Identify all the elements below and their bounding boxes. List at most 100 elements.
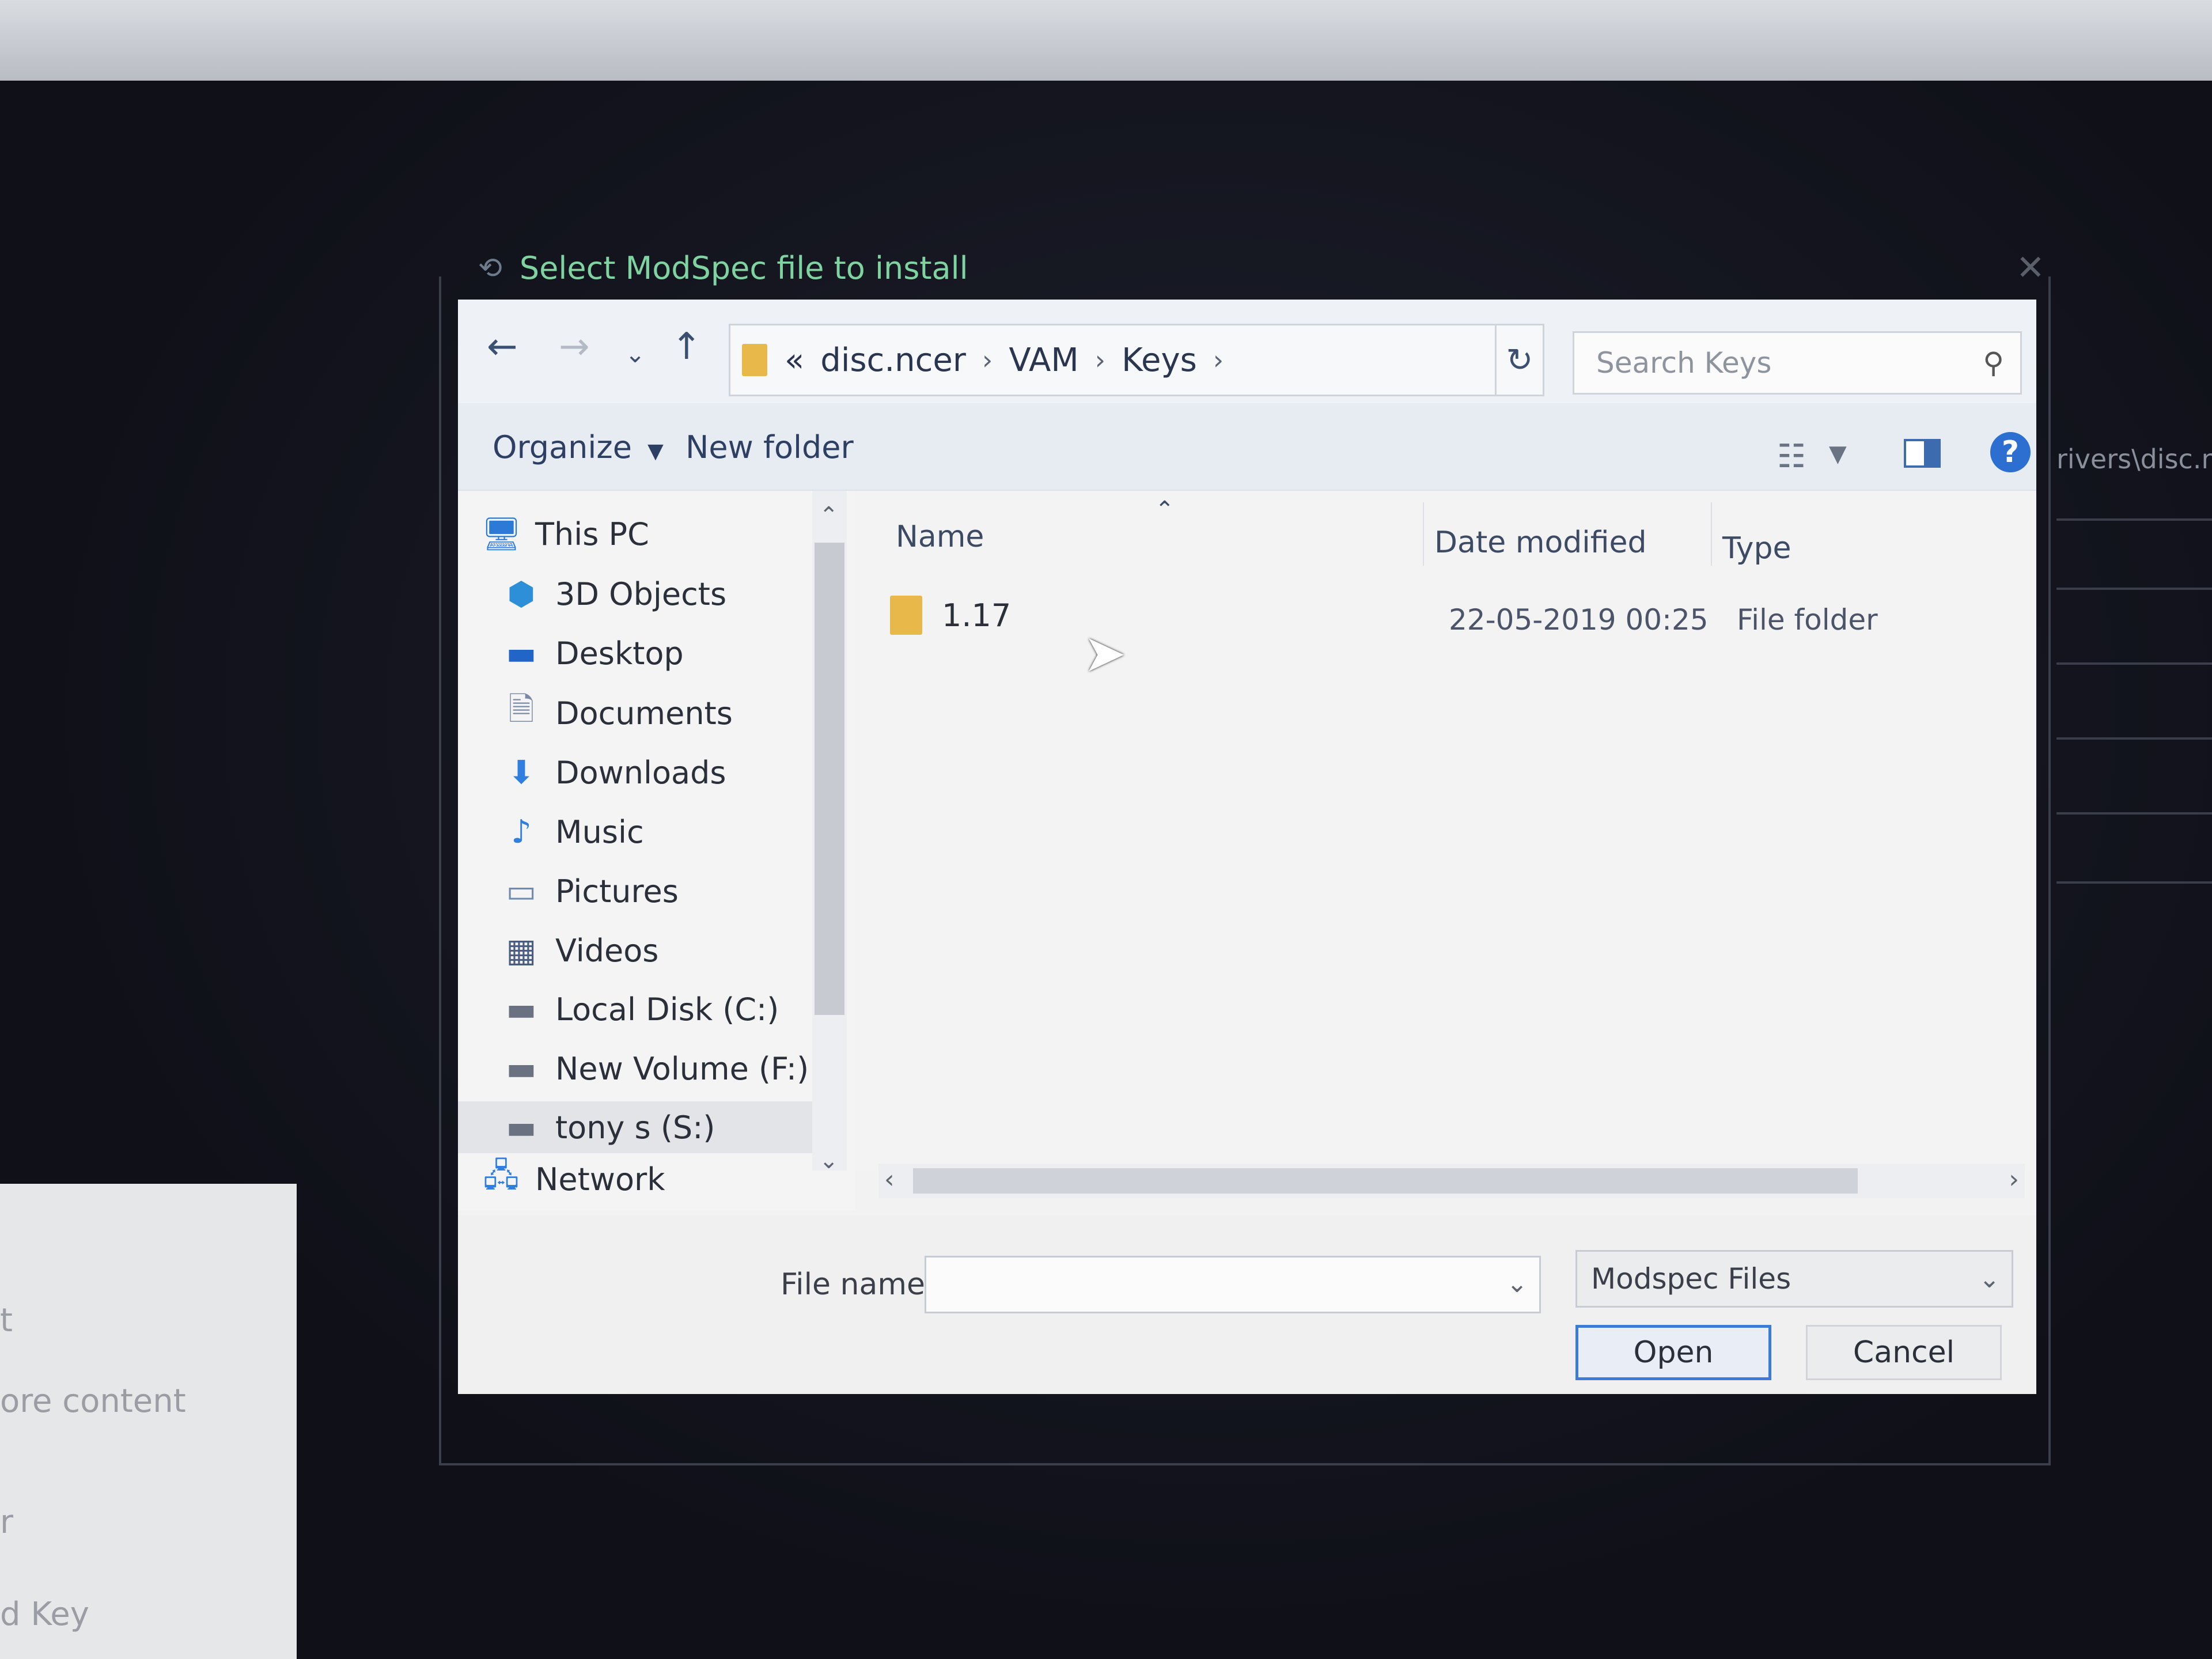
- nav-item-label: New Volume (F:): [555, 1050, 809, 1087]
- file-date-modified: 22-05-2019 00:25: [1449, 603, 1709, 637]
- new-folder-button[interactable]: New folder: [685, 429, 854, 465]
- organize-label: Organize: [493, 429, 632, 465]
- nav-item-pictures[interactable]: ▭ Pictures: [501, 865, 804, 917]
- file-list-hscrollbar[interactable]: ‹ ›: [878, 1164, 2025, 1198]
- file-name: 1.17: [942, 597, 1012, 634]
- nav-item-label: Local Disk (C:): [555, 991, 779, 1028]
- chevron-right-icon[interactable]: ›: [1095, 344, 1105, 376]
- caret-down-icon: ▼: [647, 440, 664, 463]
- column-divider[interactable]: [1423, 502, 1424, 566]
- navigation-pane: 🖥 This PC ⬢ 3D Objects ▬ Desktop 🗎 Docum…: [458, 491, 855, 1211]
- sort-up-icon: ⌃: [1155, 497, 1175, 523]
- cube-icon: ⬢: [507, 575, 536, 613]
- file-list: Name ⌃ Date modified Type 1.17 22-05-201…: [855, 491, 2036, 1171]
- nav-item-label: tony s (S:): [555, 1109, 715, 1146]
- nav-item-label: Desktop: [555, 635, 684, 672]
- column-header-type[interactable]: Type: [1722, 531, 1791, 566]
- nav-item-downloads[interactable]: ⬇ Downloads: [501, 747, 804, 798]
- background-text-3: r: [0, 1503, 14, 1541]
- nav-item-music[interactable]: ♪ Music: [501, 806, 804, 858]
- open-button[interactable]: Open: [1575, 1325, 1771, 1380]
- dialog-footer: File name: ⌄ Modspec Files ⌄ Open Cancel: [458, 1215, 2036, 1394]
- desktop-icon: ▬: [506, 634, 537, 672]
- view-options-icon[interactable]: ☷: [1777, 438, 1806, 475]
- column-header-name[interactable]: Name: [896, 520, 984, 554]
- background-text-2: ore content: [0, 1382, 186, 1420]
- nav-item-label: Downloads: [555, 754, 726, 791]
- scrollbar-thumb[interactable]: [815, 543, 844, 1015]
- file-type: File folder: [1737, 603, 1878, 637]
- nav-item-videos[interactable]: ▦ Videos: [501, 925, 804, 976]
- chevron-down-icon[interactable]: ⌄: [625, 340, 645, 368]
- nav-item-label: Documents: [555, 695, 733, 732]
- address-bar[interactable]: « disc.ncer › VAM › Keys › ⌄: [729, 324, 1539, 396]
- network-icon: 🖧: [483, 1156, 520, 1194]
- file-type-filter[interactable]: Modspec Files ⌄: [1575, 1250, 2013, 1308]
- background-text-4: d Key: [0, 1596, 89, 1633]
- arrow-right-icon[interactable]: →: [559, 325, 590, 368]
- help-icon[interactable]: ?: [1990, 432, 2031, 472]
- chevron-right-icon[interactable]: ›: [1213, 344, 1224, 376]
- nav-item-label: Pictures: [555, 873, 679, 910]
- search-input[interactable]: [1595, 346, 1943, 380]
- background-text-1: t: [0, 1302, 13, 1339]
- background-left-panel: t ore content r d Key: [0, 1184, 297, 1659]
- nav-item-label: Music: [555, 813, 644, 850]
- arrow-left-icon[interactable]: ←: [487, 325, 518, 368]
- arrow-up-icon[interactable]: ↑: [671, 325, 702, 368]
- file-name-input[interactable]: [926, 1257, 1486, 1310]
- dialog-title: Select ModSpec file to install: [519, 249, 968, 286]
- file-type-filter-value: Modspec Files: [1591, 1262, 1791, 1296]
- column-divider[interactable]: [1711, 502, 1712, 566]
- chevron-down-icon[interactable]: ⌄: [1506, 1269, 1528, 1298]
- nav-item-network[interactable]: 🖧 Network: [481, 1153, 804, 1205]
- app-icon: ⟲: [478, 251, 502, 285]
- video-icon: ▦: [506, 931, 537, 969]
- dialog-titlebar[interactable]: ⟲ Select ModSpec file to install ✕: [478, 236, 2045, 300]
- drive-icon: ▬: [506, 1108, 537, 1146]
- nav-item-label: 3D Objects: [555, 575, 727, 612]
- close-icon[interactable]: ✕: [2016, 248, 2045, 288]
- column-header-date-modified[interactable]: Date modified: [1434, 525, 1647, 560]
- nav-item-tony-s[interactable]: ▬ tony s (S:): [458, 1101, 812, 1153]
- preview-pane-icon[interactable]: [1904, 439, 1941, 468]
- breadcrumb-overflow[interactable]: «: [785, 342, 804, 379]
- monitor-top-bezel: [0, 0, 2212, 81]
- nav-item-label: Videos: [555, 932, 659, 969]
- organize-button[interactable]: Organize ▼: [493, 429, 664, 465]
- breadcrumb-vam[interactable]: VAM: [1009, 342, 1078, 379]
- search-icon[interactable]: ⚲: [1983, 346, 2004, 380]
- folder-icon: [890, 596, 922, 635]
- file-name-combobox[interactable]: ⌄: [925, 1256, 1541, 1313]
- nav-item-3d-objects[interactable]: ⬢ 3D Objects: [501, 568, 804, 620]
- folder-icon: [742, 344, 767, 376]
- nav-item-this-pc[interactable]: 🖥 This PC: [481, 508, 804, 560]
- nav-item-documents[interactable]: 🗎 Documents: [501, 687, 804, 739]
- scroll-right-icon[interactable]: ›: [2009, 1165, 2019, 1194]
- file-row[interactable]: 1.17 22-05-2019 00:25 File folder: [878, 583, 2019, 646]
- scroll-down-icon[interactable]: ⌄: [819, 1147, 839, 1174]
- nav-item-label: Network: [535, 1161, 665, 1198]
- nav-pane-scrollbar[interactable]: ⌃ ⌄: [812, 491, 847, 1174]
- file-open-dialog: ← → ⌄ ↑ « disc.ncer › VAM › Keys › ⌄ ↻ ⚲…: [458, 300, 2036, 1394]
- nav-item-local-disk-c[interactable]: ▬ Local Disk (C:): [501, 983, 812, 1035]
- search-box[interactable]: ⚲: [1573, 331, 2022, 395]
- scroll-left-icon[interactable]: ‹: [884, 1165, 895, 1194]
- refresh-icon[interactable]: ↻: [1495, 324, 1544, 396]
- drive-icon: ▬: [506, 1050, 537, 1088]
- download-icon: ⬇: [507, 753, 535, 791]
- nav-item-new-volume-f[interactable]: ▬ New Volume (F:): [501, 1043, 812, 1094]
- scroll-up-icon[interactable]: ⌃: [819, 502, 839, 529]
- cancel-button[interactable]: Cancel: [1806, 1325, 2002, 1380]
- chevron-down-icon[interactable]: ⌄: [1979, 1264, 2000, 1294]
- caret-down-icon[interactable]: ▼: [1829, 441, 1847, 467]
- chevron-right-icon[interactable]: ›: [982, 344, 993, 376]
- breadcrumb-disc-ncer[interactable]: disc.ncer: [820, 342, 966, 379]
- scrollbar-thumb[interactable]: [913, 1168, 1858, 1194]
- navigation-bar: ← → ⌄ ↑ « disc.ncer › VAM › Keys › ⌄ ↻ ⚲: [458, 300, 2036, 403]
- command-bar: Organize ▼ New folder ☷ ▼ ?: [458, 403, 2036, 491]
- background-path-text: rivers\disc.nc: [2056, 444, 2212, 475]
- nav-item-desktop[interactable]: ▬ Desktop: [501, 627, 804, 679]
- mouse-cursor-icon: ➤: [1083, 623, 1127, 684]
- breadcrumb-keys[interactable]: Keys: [1122, 342, 1197, 379]
